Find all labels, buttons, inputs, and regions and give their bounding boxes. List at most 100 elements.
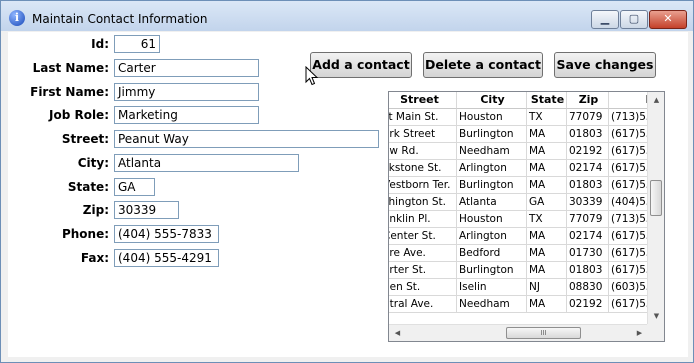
cell-state[interactable]: NJ	[527, 279, 567, 296]
table-row[interactable]: den St.IselinNJ08830(603)55	[389, 279, 648, 296]
cell-city[interactable]: Arlington	[457, 228, 527, 245]
cell-phone[interactable]: (404)55	[609, 194, 648, 211]
cell-street[interactable]: are Ave.	[389, 245, 457, 262]
job-role-field[interactable]: Marketing	[114, 106, 259, 124]
scroll-left-icon[interactable]: ◀	[389, 325, 406, 341]
table-row[interactable]: Center St.ArlingtonMA02174(617)55	[389, 228, 648, 245]
cell-zip[interactable]: 01803	[567, 126, 609, 143]
cell-city[interactable]: Needham	[457, 143, 527, 160]
cell-street[interactable]: ark Street	[389, 126, 457, 143]
column-header-phone[interactable]: P	[609, 92, 648, 109]
cell-zip[interactable]: 08830	[567, 279, 609, 296]
cell-state[interactable]: MA	[527, 262, 567, 279]
column-header-city[interactable]: City	[457, 92, 527, 109]
contacts-grid[interactable]: Street City State Zip P st Main St.Houst…	[388, 91, 665, 342]
cell-phone[interactable]: (617)55	[609, 228, 648, 245]
cell-phone[interactable]: (617)55	[609, 160, 648, 177]
table-row[interactable]: orter St.BurlingtonMA01803(617)55	[389, 262, 648, 279]
cell-state[interactable]: MA	[527, 126, 567, 143]
cell-zip[interactable]: 01803	[567, 262, 609, 279]
cell-city[interactable]: Burlington	[457, 126, 527, 143]
cell-zip[interactable]: 01730	[567, 245, 609, 262]
cell-city[interactable]: Iselin	[457, 279, 527, 296]
cell-state[interactable]: MA	[527, 143, 567, 160]
street-field[interactable]: Peanut Way	[114, 130, 379, 148]
cell-street[interactable]: Vestborn Ter.	[389, 177, 457, 194]
cell-state[interactable]: MA	[527, 296, 567, 313]
cell-street[interactable]: den St.	[389, 279, 457, 296]
cell-street[interactable]: st Main St.	[389, 109, 457, 126]
cell-city[interactable]: Houston	[457, 211, 527, 228]
horizontal-scrollbar[interactable]: ◀ III ▶	[389, 324, 648, 341]
table-row[interactable]: aw Rd.NeedhamMA02192(617)55	[389, 143, 648, 160]
cell-state[interactable]: TX	[527, 109, 567, 126]
cell-city[interactable]: Atlanta	[457, 194, 527, 211]
cell-street[interactable]: anklin Pl.	[389, 211, 457, 228]
scroll-down-icon[interactable]: ▼	[648, 308, 664, 325]
column-header-street[interactable]: Street	[389, 92, 457, 109]
cell-phone[interactable]: (617)55	[609, 143, 648, 160]
cell-zip[interactable]: 01803	[567, 177, 609, 194]
city-field[interactable]: Atlanta	[114, 154, 299, 172]
close-button[interactable]: ✕	[649, 10, 687, 29]
cell-street[interactable]: ckstone St.	[389, 160, 457, 177]
table-row[interactable]: ntral Ave.NeedhamMA02192(617)55	[389, 296, 648, 313]
cell-zip[interactable]: 02174	[567, 160, 609, 177]
cell-phone[interactable]: (603)55	[609, 279, 648, 296]
cell-city[interactable]: Bedford	[457, 245, 527, 262]
cell-zip[interactable]: 02192	[567, 143, 609, 160]
cell-street[interactable]: orter St.	[389, 262, 457, 279]
cell-zip[interactable]: 02174	[567, 228, 609, 245]
cell-state[interactable]: GA	[527, 194, 567, 211]
scroll-right-icon[interactable]: ▶	[631, 325, 648, 341]
cell-city[interactable]: Needham	[457, 296, 527, 313]
table-row[interactable]: ckstone St.ArlingtonMA02174(617)55	[389, 160, 648, 177]
vertical-scrollbar[interactable]: ▲ ▼	[647, 92, 664, 325]
table-row[interactable]: shington St.AtlantaGA30339(404)55	[389, 194, 648, 211]
table-row[interactable]: ark StreetBurlingtonMA01803(617)55	[389, 126, 648, 143]
minimize-button[interactable]: ▁	[591, 10, 619, 29]
cell-street[interactable]: aw Rd.	[389, 143, 457, 160]
id-field[interactable]: 61	[114, 35, 160, 53]
cell-state[interactable]: MA	[527, 245, 567, 262]
state-field[interactable]: GA	[114, 178, 155, 196]
table-row[interactable]: are Ave.BedfordMA01730(617)55	[389, 245, 648, 262]
delete-contact-button[interactable]: Delete a contact	[423, 52, 543, 78]
cell-phone[interactable]: (713)55	[609, 211, 648, 228]
column-header-zip[interactable]: Zip	[567, 92, 609, 109]
table-row[interactable]: anklin Pl.HoustonTX77079(713)55	[389, 211, 648, 228]
cell-city[interactable]: Burlington	[457, 262, 527, 279]
cell-street[interactable]: Center St.	[389, 228, 457, 245]
table-row[interactable]: st Main St.HoustonTX77079(713)55	[389, 109, 648, 126]
cell-state[interactable]: TX	[527, 211, 567, 228]
cell-phone[interactable]: (617)55	[609, 262, 648, 279]
cell-street[interactable]: shington St.	[389, 194, 457, 211]
cell-city[interactable]: Burlington	[457, 177, 527, 194]
cell-zip[interactable]: 30339	[567, 194, 609, 211]
zip-field[interactable]: 30339	[114, 201, 179, 219]
add-contact-button[interactable]: Add a contact	[310, 52, 412, 78]
last-name-field[interactable]: Carter	[114, 59, 259, 77]
cell-street[interactable]: ntral Ave.	[389, 296, 457, 313]
cell-city[interactable]: Houston	[457, 109, 527, 126]
horizontal-scroll-thumb[interactable]: III	[506, 327, 581, 339]
column-header-state[interactable]: State	[527, 92, 567, 109]
first-name-field[interactable]: Jimmy	[114, 83, 259, 101]
cell-zip[interactable]: 77079	[567, 211, 609, 228]
cell-zip[interactable]: 02192	[567, 296, 609, 313]
table-row[interactable]: Vestborn Ter.BurlingtonMA01803(617)55	[389, 177, 648, 194]
cell-phone[interactable]: (617)55	[609, 245, 648, 262]
cell-phone[interactable]: (617)55	[609, 126, 648, 143]
cell-phone[interactable]: (617)55	[609, 177, 648, 194]
cell-state[interactable]: MA	[527, 177, 567, 194]
title-bar[interactable]: i Maintain Contact Information ▁ ▢ ✕	[1, 1, 693, 31]
phone-field[interactable]: (404) 555-7833	[114, 225, 219, 243]
vertical-scroll-thumb[interactable]	[650, 180, 662, 216]
fax-field[interactable]: (404) 555-4291	[114, 249, 219, 267]
save-changes-button[interactable]: Save changes	[554, 52, 656, 78]
cell-phone[interactable]: (713)55	[609, 109, 648, 126]
cell-city[interactable]: Arlington	[457, 160, 527, 177]
cell-state[interactable]: MA	[527, 228, 567, 245]
cell-state[interactable]: MA	[527, 160, 567, 177]
cell-zip[interactable]: 77079	[567, 109, 609, 126]
